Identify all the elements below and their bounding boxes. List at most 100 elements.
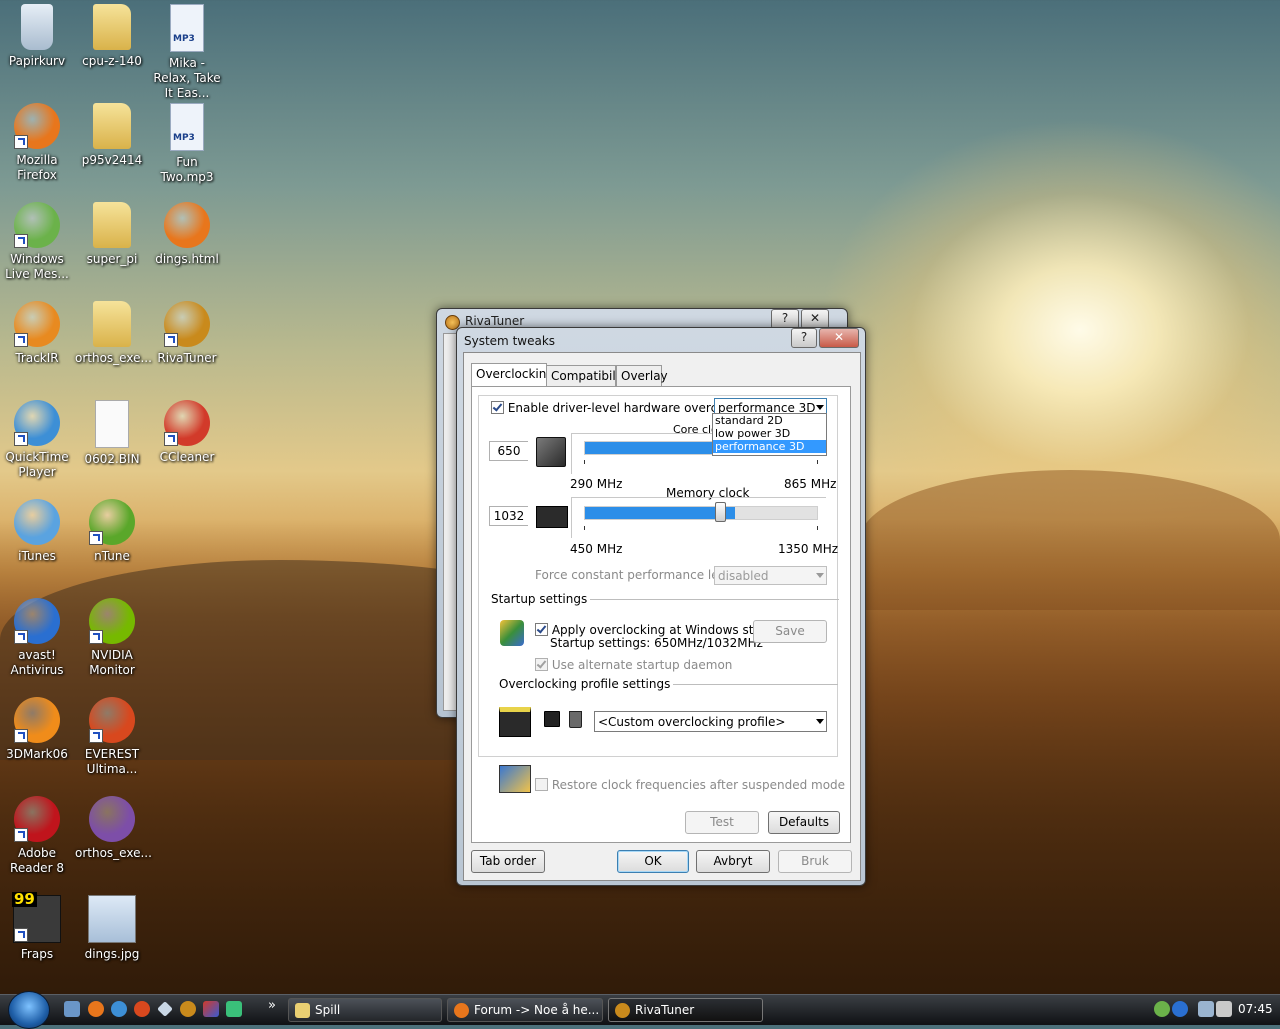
dialog-titlebar[interactable]: System tweaks ? ✕: [457, 328, 865, 350]
save-button[interactable]: Save: [753, 620, 827, 643]
core-clock-value[interactable]: 650: [489, 441, 528, 461]
memory-clock-value[interactable]: 1032: [489, 506, 528, 526]
dropdown-option[interactable]: standard 2D: [713, 414, 826, 427]
shortcut-arrow-icon: [14, 928, 28, 942]
dings-html-icon: [164, 202, 210, 248]
task-button-rivatuner[interactable]: RivaTuner: [608, 998, 763, 1022]
help-button[interactable]: ?: [791, 328, 817, 348]
desktop-icon[interactable]: NVIDIA Monitor: [75, 598, 149, 678]
desktop-icon[interactable]: Papirkurv: [0, 4, 74, 69]
alternate-daemon-checkbox[interactable]: Use alternate startup daemon: [535, 658, 732, 672]
tab-overlay[interactable]: Overlay: [616, 365, 668, 386]
firefox-icon[interactable]: [88, 1001, 104, 1017]
mp3-badge: MP3: [173, 34, 195, 44]
desktop-icon[interactable]: avast! Antivirus: [0, 598, 74, 678]
desktop-icon[interactable]: 3DMark06: [0, 697, 74, 762]
help-button[interactable]: ?: [771, 309, 799, 329]
desktop-icon-label: CCleaner: [159, 450, 215, 464]
messenger-tray-icon[interactable]: [1154, 1001, 1170, 1017]
tab-compatibility[interactable]: Compatibility: [546, 365, 631, 386]
green-app-icon[interactable]: [226, 1001, 242, 1017]
orthos-exe-icon: [93, 301, 131, 347]
clapper-icon: [499, 707, 531, 737]
desktop-icon[interactable]: dings.html: [150, 202, 224, 267]
apply-at-startup-checkbox[interactable]: Apply overclocking at Windows startup: [535, 623, 786, 637]
desktop-icon-label: iTunes: [18, 549, 56, 563]
desktop-icon[interactable]: Windows Live Mes...: [0, 202, 74, 282]
chevron-down-icon: [816, 573, 824, 578]
memory-slider-thumb[interactable]: [715, 502, 726, 522]
tab-overclocking[interactable]: Overclocking: [471, 363, 554, 386]
desktop-icon[interactable]: p95v2414: [75, 103, 149, 168]
desktop-icon-label: TrackIR: [15, 351, 59, 365]
dropdown-option-selected[interactable]: performance 3D: [713, 440, 826, 453]
close-button[interactable]: ✕: [819, 328, 859, 348]
cancel-button[interactable]: Avbryt: [696, 850, 770, 873]
desktop-icon-label: EVEREST Ultima...: [84, 747, 140, 776]
floppy-save-icon[interactable]: [544, 711, 560, 727]
volume-tray-icon[interactable]: [1216, 1001, 1232, 1017]
restore-clock-checkbox[interactable]: Restore clock frequencies after suspende…: [535, 778, 845, 792]
task-button-spill[interactable]: Spill: [288, 998, 442, 1022]
p95v2414-icon: [93, 103, 131, 149]
quicklaunch-more[interactable]: »: [268, 998, 276, 1013]
desktop-icon[interactable]: RivaTuner: [150, 301, 224, 366]
dropdown-option[interactable]: low power 3D: [713, 427, 826, 440]
desktop-icon[interactable]: super_pi: [75, 202, 149, 267]
desktop-icon[interactable]: TrackIR: [0, 301, 74, 366]
avast-tray-icon[interactable]: [1172, 1001, 1188, 1017]
papirkurv-icon: [21, 4, 53, 50]
desktop-icon-label: avast! Antivirus: [10, 648, 64, 677]
firefox-icon: [454, 1003, 469, 1018]
close-button[interactable]: ✕: [801, 309, 829, 329]
trash-delete-icon[interactable]: [569, 711, 582, 728]
custom-profile-select[interactable]: <Custom overclocking profile>: [594, 711, 827, 732]
desktop-icon[interactable]: orthos_exe...: [75, 301, 152, 366]
desktop-icon[interactable]: iTunes: [0, 499, 74, 564]
desktop-icon-label: Adobe Reader 8: [10, 846, 64, 875]
avast-antivirus-icon: [14, 598, 60, 644]
info-icon[interactable]: [134, 1001, 150, 1017]
desktop-icon[interactable]: Mozilla Firefox: [0, 103, 74, 183]
diamond-icon[interactable]: [157, 1001, 173, 1017]
shortcut-arrow-icon: [89, 531, 103, 545]
enable-oc-check[interactable]: [491, 401, 504, 414]
memory-slider-fill: [585, 507, 735, 519]
desktop-icon[interactable]: MP3 Fun Two.mp3: [150, 103, 224, 185]
apply-button[interactable]: Bruk: [778, 850, 852, 873]
dings-jpg-icon: [88, 895, 136, 943]
desktop-icon[interactable]: EVEREST Ultima...: [75, 697, 149, 777]
desktop-icon-label: Windows Live Mes...: [5, 252, 69, 281]
shortcut-arrow-icon: [89, 630, 103, 644]
tab-order-button[interactable]: Tab order: [471, 850, 545, 873]
show-desktop-icon[interactable]: [64, 1001, 80, 1017]
adobe-reader-8-icon: [14, 796, 60, 842]
defaults-button[interactable]: Defaults: [768, 811, 840, 834]
test-button[interactable]: Test: [685, 811, 759, 834]
network-tray-icon[interactable]: [1198, 1001, 1214, 1017]
desktop-icon[interactable]: 0602.BIN: [75, 400, 149, 467]
desktop-icon[interactable]: QuickTime Player: [0, 400, 74, 480]
colorful-app-icon[interactable]: [203, 1001, 219, 1017]
task-button-forum[interactable]: Forum -> Noe å he...: [447, 998, 603, 1022]
desktop-icon[interactable]: nTune: [75, 499, 149, 564]
desktop-icon[interactable]: 99 Fraps: [0, 892, 74, 962]
desktop-icon-label: 3DMark06: [6, 747, 68, 761]
memory-clock-slider[interactable]: [571, 497, 826, 538]
desktop-icon[interactable]: Adobe Reader 8: [0, 796, 74, 876]
desktop-icon[interactable]: CCleaner: [150, 400, 224, 465]
desktop-icon[interactable]: orthos_exe...: [75, 796, 152, 861]
ie-icon[interactable]: [111, 1001, 127, 1017]
restore-clock-check[interactable]: [535, 778, 548, 791]
shortcut-arrow-icon: [14, 828, 28, 842]
ok-button[interactable]: OK: [617, 850, 689, 873]
start-button[interactable]: [8, 991, 50, 1029]
gear-icon[interactable]: [180, 1001, 196, 1017]
desktop-icon[interactable]: MP3 Mika - Relax, Take It Eas...: [150, 4, 224, 101]
clock[interactable]: 07:45: [1238, 1002, 1273, 1016]
force-level-select[interactable]: disabled: [714, 566, 827, 585]
apply-at-startup-check[interactable]: [535, 623, 548, 636]
desktop-icon[interactable]: cpu-z-140: [75, 4, 149, 69]
alternate-daemon-check[interactable]: [535, 658, 548, 671]
desktop-icon[interactable]: dings.jpg: [75, 895, 149, 962]
